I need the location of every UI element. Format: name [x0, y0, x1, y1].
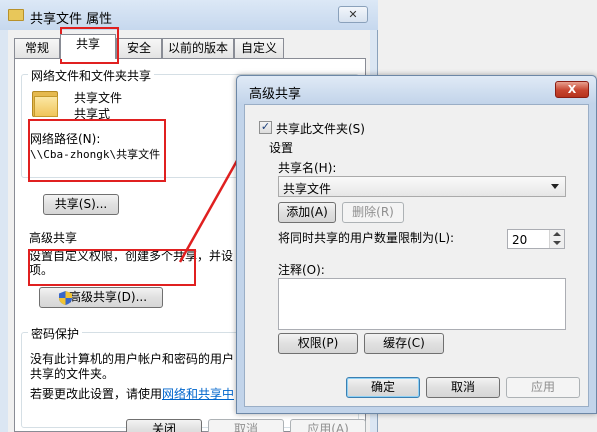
- tab-sharing[interactable]: 共享: [60, 34, 116, 59]
- advanced-dialog-client: ✓ 共享此文件夹(S) 设置 共享名(H): 共享文件 添加(A) 删除(R) …: [244, 104, 589, 407]
- shared-folder-icon: [32, 87, 60, 117]
- highlight-network-path: [28, 119, 166, 182]
- password-line-3-text: 若要更改此设置，请使用: [30, 387, 163, 401]
- caching-button[interactable]: 缓存(C): [364, 333, 444, 354]
- settings-label: 设置: [269, 141, 294, 155]
- network-sharing-center-link[interactable]: 网络和共享中: [162, 387, 234, 401]
- properties-apply-button[interactable]: 应用(A): [290, 419, 366, 432]
- tab-security[interactable]: 安全: [116, 38, 162, 58]
- comments-label: 注释(O):: [278, 263, 325, 277]
- properties-titlebar[interactable]: 共享文件 属性 ✕: [0, 0, 378, 30]
- tab-previous-versions[interactable]: 以前的版本: [162, 38, 234, 58]
- advanced-sharing-heading: 高级共享: [29, 231, 78, 245]
- advanced-sharing-dialog: 高级共享 X ✓ 共享此文件夹(S) 设置 共享名(H): 共享文件 添加(A)…: [236, 75, 597, 414]
- tab-general[interactable]: 常规: [14, 38, 60, 58]
- user-limit-value: 20: [512, 233, 528, 247]
- checkbox-check-icon: ✓: [260, 120, 271, 133]
- share-name-value: 共享文件: [283, 182, 332, 196]
- share-name-label: 共享名(H):: [278, 161, 337, 175]
- share-folder-checkbox[interactable]: ✓: [259, 120, 272, 134]
- tab-customize[interactable]: 自定义: [234, 38, 284, 58]
- advanced-dialog-close-icon[interactable]: X: [555, 81, 589, 98]
- spin-up-icon[interactable]: [553, 232, 561, 236]
- cancel-button[interactable]: 取消: [426, 377, 500, 398]
- properties-close-icon[interactable]: ✕: [338, 6, 368, 23]
- user-limit-spinner[interactable]: 20: [507, 229, 565, 249]
- user-limit-label: 将同时共享的用户数量限制为(L):: [278, 231, 455, 245]
- permissions-button[interactable]: 权限(P): [278, 333, 358, 354]
- highlight-advanced-button: [28, 249, 196, 286]
- spinner-buttons[interactable]: [549, 230, 564, 248]
- advanced-dialog-titlebar[interactable]: 高级共享 X: [237, 76, 596, 104]
- share-folder-label: 共享此文件夹(S): [276, 122, 365, 136]
- uac-shield-icon: [59, 291, 72, 305]
- share-button[interactable]: 共享(S)...: [43, 194, 119, 215]
- remove-share-button[interactable]: 删除(R): [342, 202, 404, 223]
- apply-button[interactable]: 应用: [506, 377, 580, 398]
- properties-cancel-button[interactable]: 取消: [208, 419, 284, 432]
- advanced-sharing-button[interactable]: 高级共享(D)...: [39, 287, 163, 308]
- password-line-2: 共享的文件夹。: [30, 367, 115, 381]
- advanced-sharing-button-label: 高级共享(D)...: [68, 290, 148, 304]
- advanced-dialog-title: 高级共享: [249, 87, 302, 102]
- network-sharing-group-title: 网络文件和文件夹共享: [28, 67, 155, 84]
- password-protection-title: 密码保护: [28, 325, 83, 342]
- folder-icon: [8, 9, 24, 21]
- comments-textarea[interactable]: [278, 278, 566, 330]
- password-line-3: 若要更改此设置，请使用网络和共享中: [30, 385, 234, 402]
- chevron-down-icon: [551, 184, 559, 189]
- properties-close-button[interactable]: 关闭: [126, 419, 202, 432]
- spin-down-icon[interactable]: [553, 241, 561, 245]
- ok-button[interactable]: 确定: [346, 377, 420, 398]
- add-share-button[interactable]: 添加(A): [278, 202, 336, 223]
- share-name-combobox[interactable]: 共享文件: [278, 176, 566, 197]
- properties-title: 共享文件 属性: [30, 12, 113, 27]
- shared-item-name: 共享文件: [74, 91, 123, 105]
